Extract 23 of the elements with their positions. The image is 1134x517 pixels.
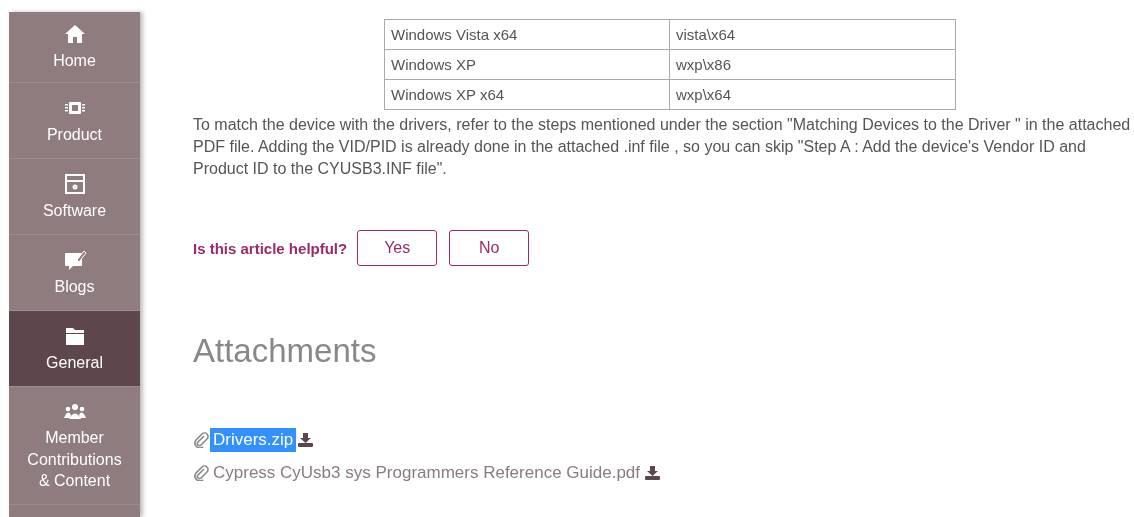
table-cell: Windows XP (384, 49, 670, 80)
download-icon[interactable] (297, 432, 315, 448)
table-cell: wxp\x64 (669, 79, 956, 110)
paperclip-icon (193, 465, 209, 481)
feedback-question: Is this article helpful? (193, 239, 348, 257)
table-cell: wxp\x86 (669, 49, 956, 80)
attachment-link[interactable]: Cypress CyUsb3 sys Programmers Reference Guide.pdf (210, 461, 644, 485)
paperclip-icon (193, 432, 209, 448)
sidebar-item[interactable]: Member Contributions & Content (9, 387, 140, 505)
sidebar-item[interactable]: Software (9, 159, 140, 235)
table-cell: Windows Vista x64 (384, 19, 670, 50)
instruction-paragraph: To match the device with the drivers, refer to the steps mentioned under the section "Matching Devices to the Driver " in the attached PDF file. Adding the VID/PID is already done in the attached .inf file , so you can skip "Step A : Add the device's Vendor ID and Product ID to the CYUSB3.INF file". (193, 115, 1131, 179)
sidebar-item[interactable]: General (9, 311, 140, 387)
sidebar-item[interactable]: Home (9, 12, 140, 83)
download-icon[interactable] (644, 465, 662, 481)
attachments-heading: Attachments (193, 332, 378, 370)
feedback-button[interactable]: No (449, 230, 530, 266)
table-cell: vista\x64 (669, 19, 956, 50)
feedback-button[interactable]: Yes (357, 230, 438, 266)
sidebar-item[interactable]: Product (9, 83, 140, 159)
window-icon (62, 171, 87, 196)
attachment-link[interactable]: Drivers.zip (210, 428, 297, 452)
table-cell: Windows XP x64 (384, 79, 670, 110)
